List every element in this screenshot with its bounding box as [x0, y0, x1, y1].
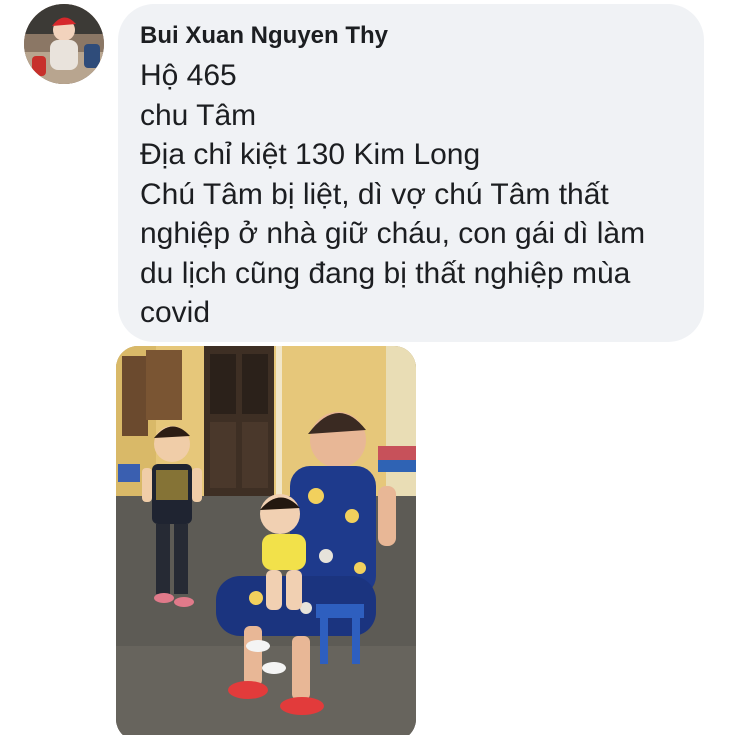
- author-name[interactable]: Bui Xuan Nguyen Thy: [140, 22, 682, 50]
- comment-text-line: Chú Tâm bị liệt, dì vợ chú Tâm thất: [140, 177, 609, 211]
- comment-text-line: du lịch cũng đang bị thất nghiệp mùa: [140, 256, 631, 290]
- avatar-photo: [24, 4, 104, 84]
- family-photo: [116, 346, 416, 735]
- comment-text-line: Hộ 465: [140, 59, 237, 92]
- author-avatar[interactable]: [24, 4, 104, 84]
- comment-bubble: Bui Xuan Nguyen Thy Hộ 465 chu Tâm Địa c…: [118, 4, 704, 342]
- attached-photo[interactable]: [116, 346, 416, 735]
- comment-text-line: covid: [140, 296, 211, 329]
- comment-text-line: Địa chỉ kiệt 130 Kim Long: [140, 138, 481, 171]
- comment: Bui Xuan Nguyen Thy Hộ 465 chu Tâm Địa c…: [0, 0, 750, 735]
- comment-text-line: nghiệp ở nhà giữ cháu, con gái dì làm: [140, 217, 646, 250]
- comment-text-line: chu Tâm: [140, 98, 257, 132]
